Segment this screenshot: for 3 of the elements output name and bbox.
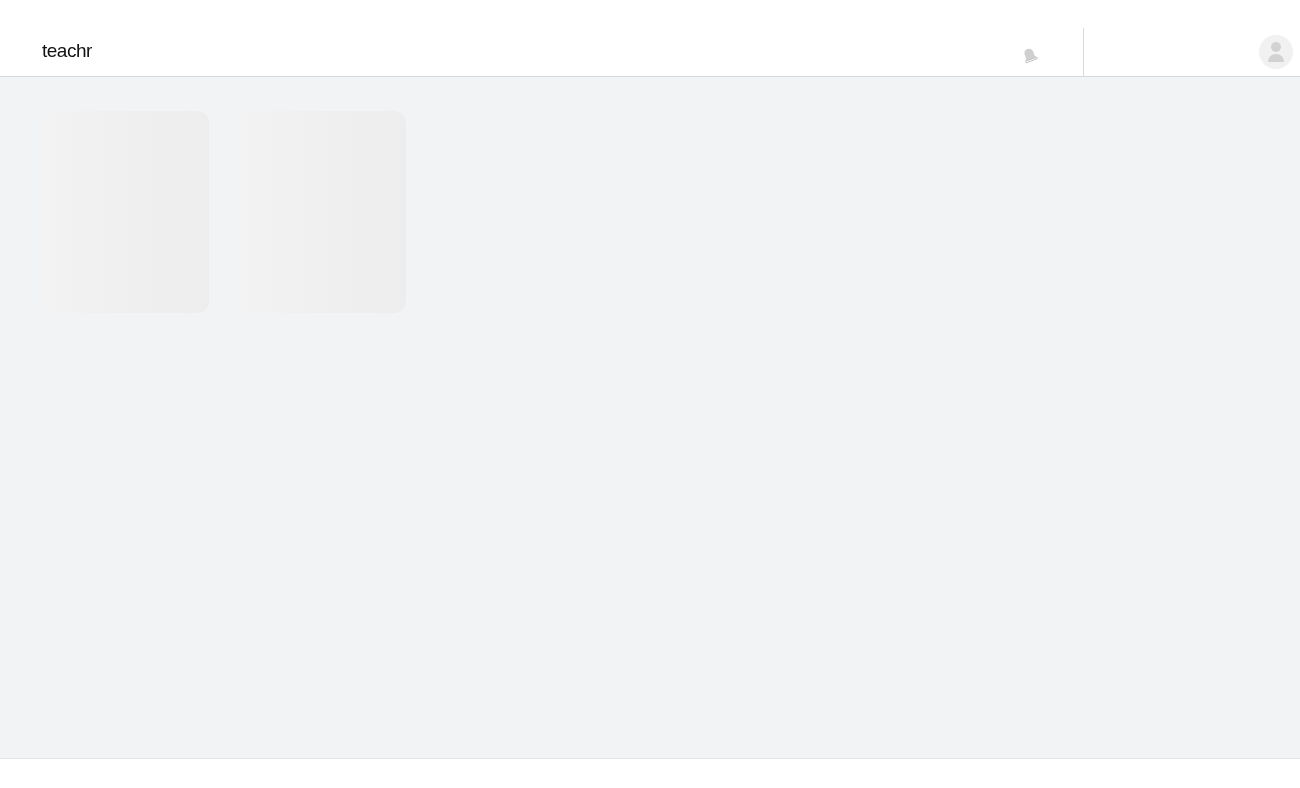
- user-icon: [1267, 41, 1285, 63]
- avatar[interactable]: [1259, 35, 1293, 69]
- logo[interactable]: teachr: [42, 40, 92, 62]
